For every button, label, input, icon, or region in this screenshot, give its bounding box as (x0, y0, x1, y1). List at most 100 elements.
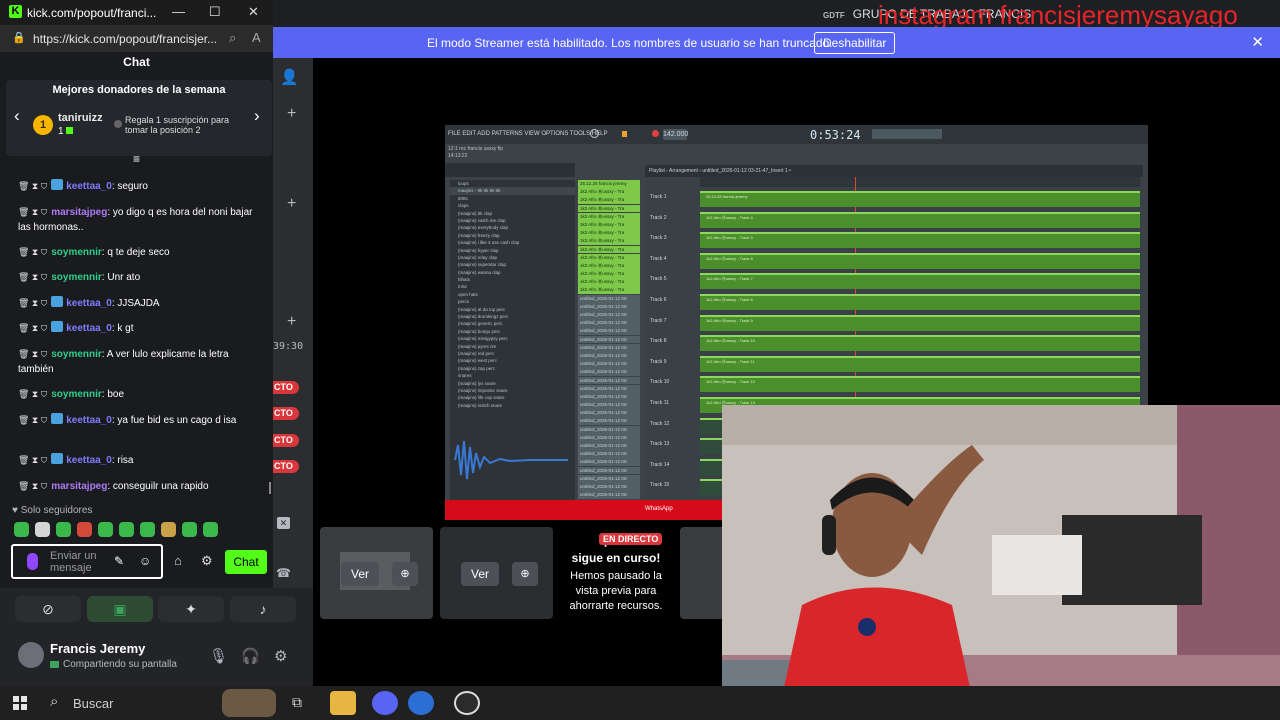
mod-action-icons[interactable]: 🗑 ⧗ ⛉ (18, 298, 47, 308)
camera-off-icon[interactable]: ⊘ (15, 596, 81, 622)
minimize-icon[interactable]: — (172, 4, 185, 19)
browser-item[interactable]: (maajins) drumkingz perc (450, 313, 575, 320)
channel-item[interactable]: 1k2 Afro Ⓜussxy - Tra (578, 278, 640, 287)
close-icon[interactable]: ✕ (248, 4, 259, 20)
channel-item[interactable]: 1k2 Afro Ⓜussxy - Tra (578, 204, 640, 213)
channel-item[interactable]: untitled_2026-01-12 03- (578, 442, 640, 450)
channel-item[interactable]: untitled_2026-01-12 03- (578, 458, 640, 467)
channel-item[interactable]: 1k2 Afro Ⓜussxy - Tra (578, 212, 640, 221)
add-friend-icon[interactable]: 👤 (280, 68, 299, 86)
browser-item[interactable]: (maajins) wanna clap (450, 269, 575, 276)
task-view-icon[interactable]: ⧉ (292, 694, 302, 711)
channel-item[interactable]: untitled_2026-01-12 03- (578, 409, 640, 418)
chevron-right-icon[interactable]: › (254, 106, 260, 126)
channel-item[interactable]: untitled_2026-01-12 03- (578, 482, 640, 491)
taskbar-search[interactable]: Buscar (73, 696, 113, 711)
headphones-icon[interactable]: 🎧 (241, 647, 260, 665)
track-label[interactable]: Track 13 (650, 441, 669, 447)
emoji-icon[interactable]: ☺ (139, 554, 151, 568)
chat-username[interactable]: keettaa_0 (66, 323, 112, 334)
channel-item[interactable]: 1k2 Afro Ⓜussxy - Tra (578, 261, 640, 270)
gear-icon[interactable]: ⚙ (274, 647, 287, 665)
channel-item[interactable]: untitled_2026-01-12 03- (578, 335, 640, 344)
chat-username[interactable]: keettaa_0 (66, 415, 112, 426)
browser-item[interactable]: (maajins) minigypsy perc (450, 335, 575, 342)
channel-item[interactable]: untitled_2026-01-12 03- (578, 392, 640, 401)
emote-icon[interactable] (77, 522, 92, 537)
chat-username[interactable]: keettaa_0 (66, 181, 112, 192)
browser-item[interactable]: (maajins) pyres rim (450, 343, 575, 350)
chat-input[interactable]: Enviar un mensaje ✎ ☺ (11, 544, 163, 579)
mod-action-icons[interactable]: 🗑 ⧗ ⛉ (18, 349, 47, 359)
channel-item[interactable]: untitled_2026-01-12 03- (578, 327, 640, 336)
gear-icon[interactable]: ⚙ (201, 553, 213, 569)
track-lane[interactable]: 1k2 Afro Ⓜussxy - Track 5 (700, 232, 1140, 249)
chat-username[interactable]: keettaa_0 (66, 455, 112, 466)
channel-item[interactable]: 1k2 Afro Ⓜussxy - Tra (578, 229, 640, 238)
add-channel-icon[interactable]: + (287, 195, 296, 213)
track-lane[interactable]: 1k2 Afro Ⓜussxy - Track 8 (700, 294, 1140, 310)
track-label[interactable]: Track 12 (650, 421, 669, 427)
emote-icon[interactable] (203, 522, 218, 537)
stream-preview-card[interactable] (680, 527, 722, 619)
track-lane[interactable]: 1k2 Afro Ⓜussxy - Track 6 (700, 252, 1140, 269)
microphone-icon[interactable]: 🎙 (209, 647, 228, 665)
url-text[interactable]: https://kick.com/popout/francisjer... (33, 32, 217, 46)
popout-icon[interactable]: ⊕ (512, 562, 538, 586)
browser-item[interactable]: claps (450, 202, 575, 209)
emote-icon[interactable] (98, 522, 113, 537)
channel-item[interactable]: untitled_2026-01-12 03- (578, 294, 640, 303)
record-icon[interactable] (590, 129, 599, 138)
browser-item[interactable]: (maajins) freezy clap (450, 232, 575, 239)
track-lane[interactable]: 1k2 Afro Ⓜussxy - Track 4 (700, 211, 1140, 228)
track-label[interactable]: Track 11 (650, 400, 669, 406)
track-label[interactable]: Track 15 (650, 482, 669, 488)
obs-icon[interactable] (454, 691, 480, 715)
browser-item[interactable]: (maajins) everybody clap (450, 224, 575, 231)
channel-item[interactable]: 1k2 Afro Ⓜussxy - Tra (578, 220, 640, 229)
channel-item[interactable]: untitled_2026-01-12 03- (578, 401, 640, 409)
track-label[interactable]: Track 14 (650, 462, 669, 468)
emote-icon[interactable] (161, 522, 176, 537)
quick-emote-icon[interactable]: ✎ (114, 554, 124, 568)
microphone-icon[interactable] (27, 553, 38, 570)
track-lane[interactable]: 1k2 Afro Ⓜussxy - Track 7 (700, 273, 1140, 290)
track-lane[interactable]: 1k2 Afro Ⓜussxy - Track 11 (700, 355, 1140, 372)
mod-action-icons[interactable]: 🗑 ⧗ ⛉ (18, 323, 47, 333)
emote-icon[interactable] (35, 522, 50, 537)
chat-username[interactable]: soymennir (51, 389, 102, 400)
browser-item[interactable]: (maajins) superstar clap (450, 261, 575, 268)
channel-item[interactable]: untitled_2026-01-12 03- (578, 376, 640, 385)
track-label[interactable]: Track 1 (650, 194, 666, 200)
chat-username[interactable]: marsitajpeg (51, 207, 107, 218)
chat-username[interactable]: marsitajpeg (51, 481, 107, 492)
track-label[interactable]: Track 8 (650, 338, 666, 344)
collapse-icon[interactable]: ≡ (133, 152, 140, 166)
maximize-icon[interactable]: ☐ (209, 4, 221, 20)
channel-item[interactable]: untitled_2026-01-12 03- (578, 368, 640, 377)
mod-action-icons[interactable]: 🗑 ⧗ ⛉ (18, 181, 47, 191)
track-lane[interactable]: 1k2 Afro Ⓜussxy - Track 10 (700, 335, 1140, 352)
track-label[interactable]: Track 4 (650, 256, 666, 262)
close-call-icon[interactable]: ✕ (277, 517, 290, 529)
channel-item[interactable]: 1k2 Afro Ⓜussxy - Tra (578, 196, 640, 205)
send-chat-button[interactable]: Chat (225, 550, 267, 574)
tempo-display[interactable]: 142.000 (663, 129, 688, 140)
browser-item[interactable]: (maajins) zap perc (450, 365, 575, 372)
edge-browser-icon[interactable] (408, 691, 434, 715)
channel-item[interactable]: untitled_2026-01-12 03- (578, 450, 640, 459)
channel-item[interactable]: untitled_2026-01-12 03- (578, 425, 640, 434)
chevron-left-icon[interactable]: ‹ (14, 106, 20, 126)
discord-app-icon[interactable] (372, 691, 398, 715)
channel-item[interactable]: untitled_2026-01-12 03- (578, 466, 640, 475)
chat-username[interactable]: keettaa_0 (66, 298, 112, 309)
browser-item[interactable]: (maajins) i like 3 use cash clap (450, 239, 575, 246)
add-channel-icon[interactable]: + (287, 313, 296, 331)
browser-item[interactable]: (maajins) relay clap (450, 254, 575, 261)
channel-item[interactable]: untitled_2026-01-12 03- (578, 384, 640, 393)
mod-action-icons[interactable]: 🗑 ⧗ ⛉ (18, 455, 47, 465)
store-icon[interactable]: ⌂ (174, 553, 182, 568)
channel-item[interactable]: untitled_2026-01-12 03- (578, 311, 640, 319)
channel-item[interactable]: untitled_2026-01-12 03- (578, 491, 640, 500)
track-lane[interactable]: 1k2 Afro Ⓜussxy - Track 12 (700, 376, 1140, 393)
